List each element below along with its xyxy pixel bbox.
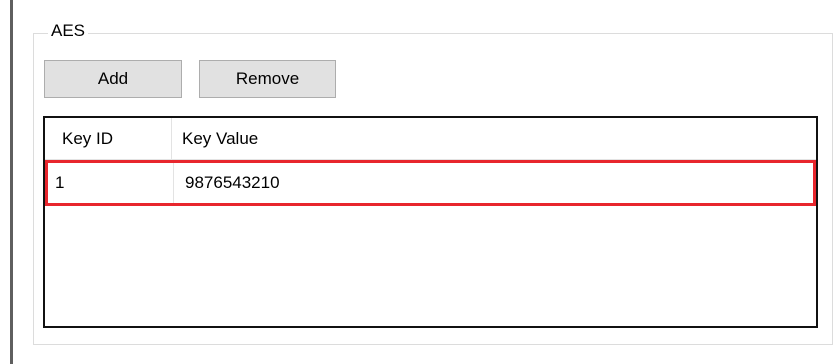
column-header-key-id[interactable]: Key ID xyxy=(45,118,172,159)
key-value-cell: 9876543210 xyxy=(185,173,280,192)
table-row[interactable]: 1 9876543210 xyxy=(45,160,816,206)
remove-button[interactable]: Remove xyxy=(199,60,336,98)
window-left-border xyxy=(10,0,13,364)
add-button[interactable]: Add xyxy=(44,60,182,98)
column-header-key-value[interactable]: Key Value xyxy=(172,118,816,159)
table-header: Key ID Key Value xyxy=(45,118,816,160)
aes-groupbox-title: AES xyxy=(48,20,89,42)
aes-keys-table[interactable]: Key ID Key Value 1 9876543210 xyxy=(43,116,818,328)
key-id-cell: 1 xyxy=(48,163,174,203)
